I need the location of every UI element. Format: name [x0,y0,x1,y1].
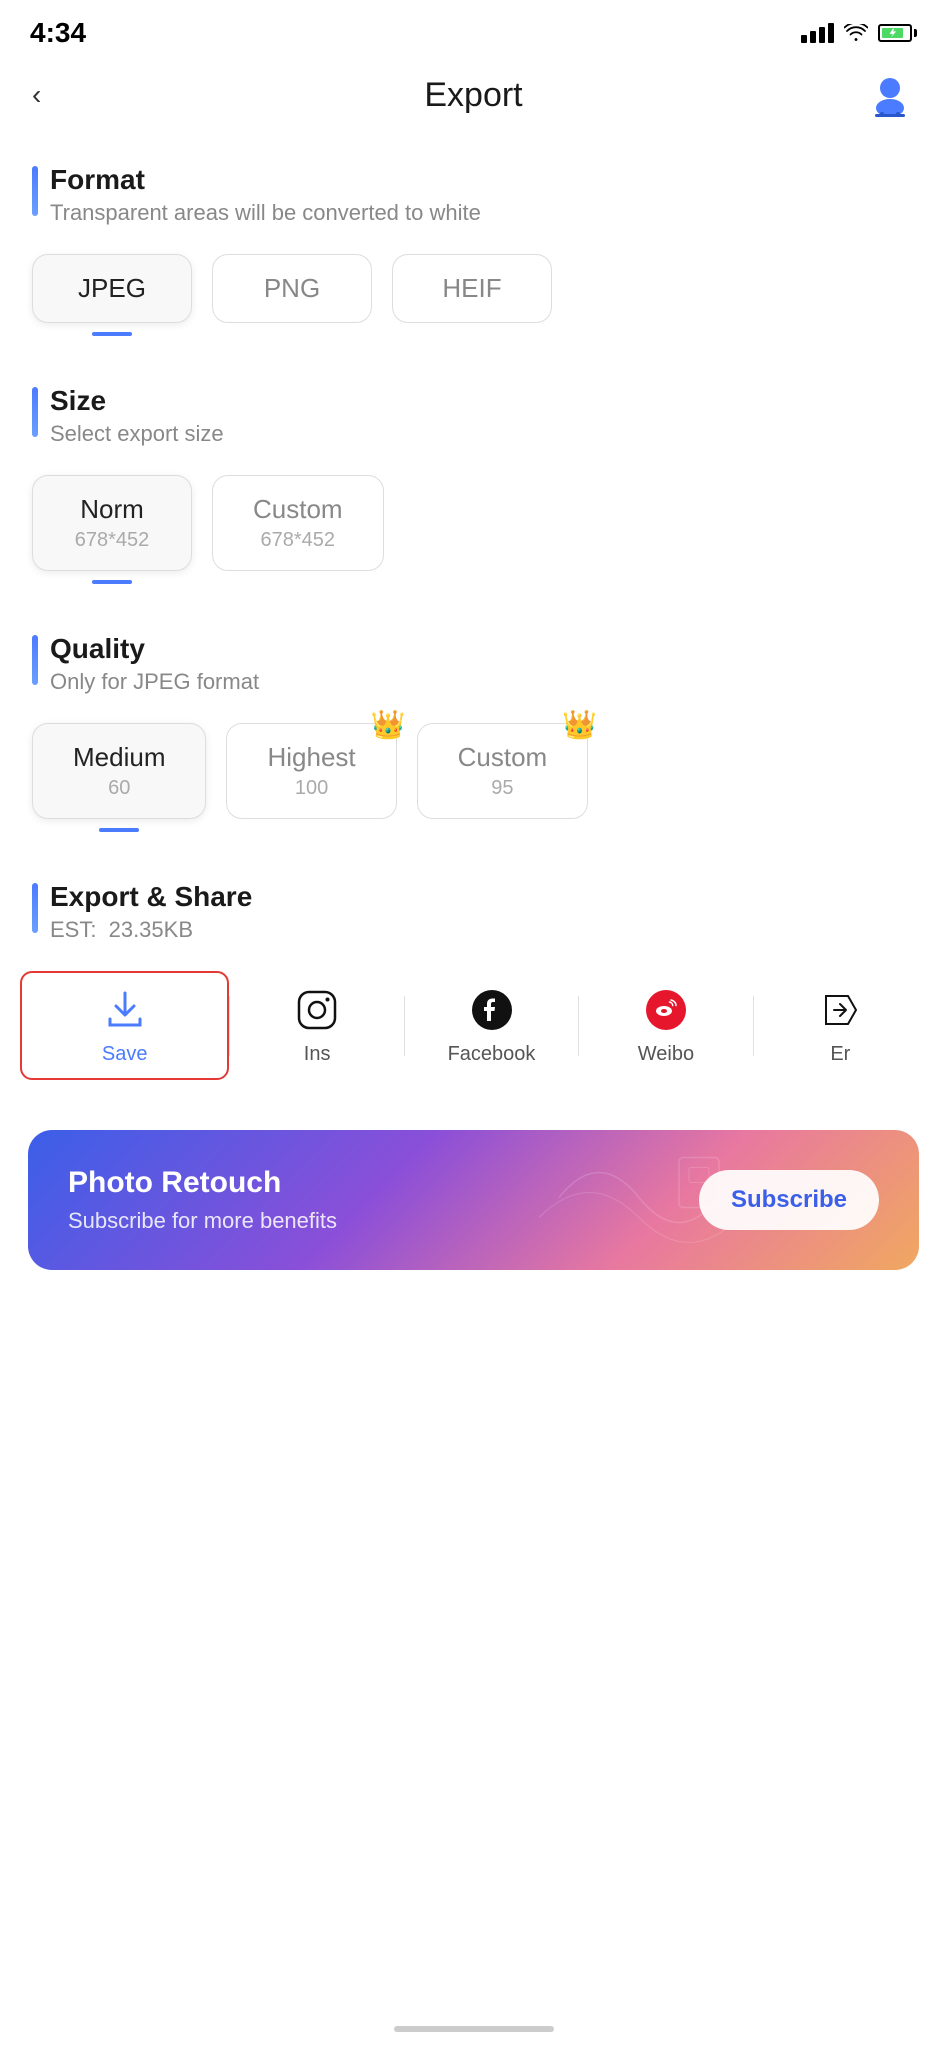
save-button[interactable]: Save [20,971,229,1080]
header: ‹ Export [0,60,947,140]
status-icons [801,23,917,43]
export-share-section: Export & Share EST: 23.35KB [0,857,947,943]
quality-custom-button[interactable]: 👑 Custom 95 [417,723,589,819]
save-label: Save [102,1043,148,1066]
format-options: JPEG PNG HEIF [0,234,947,333]
quality-options: Medium 60 👑 Highest 100 👑 Custom 95 [0,703,947,829]
section-indicator-quality [32,635,38,685]
instagram-button[interactable]: Ins [230,985,403,1066]
weibo-button[interactable]: Weibo [579,985,752,1066]
section-indicator-export [32,883,38,933]
status-bar: 4:34 [0,0,947,60]
share-row: Save Ins Facebook [0,951,947,1100]
facebook-button[interactable]: Facebook [405,985,578,1066]
size-subtitle: Select export size [50,421,224,447]
size-norm-button[interactable]: Norm 678*452 [32,475,192,571]
format-heif-button[interactable]: HEIF [392,254,552,323]
photo-retouch-banner: Photo Retouch Subscribe for more benefit… [28,1130,919,1270]
size-custom-button[interactable]: Custom 678*452 [212,475,384,571]
format-png-button[interactable]: PNG [212,254,372,323]
quality-highest-button[interactable]: 👑 Highest 100 [226,723,396,819]
size-options: Norm 678*452 Custom 678*452 [0,455,947,581]
quality-subtitle: Only for JPEG format [50,669,259,695]
section-indicator [32,166,38,216]
quality-section: Quality Only for JPEG format [0,609,947,695]
page-title: Export [424,76,522,115]
quality-medium-button[interactable]: Medium 60 [32,723,206,819]
facebook-icon [467,985,517,1035]
more-icon [815,985,865,1035]
home-indicator [394,2026,554,2032]
format-jpeg-button[interactable]: JPEG [32,254,192,323]
format-section: Format Transparent areas will be convert… [0,140,947,226]
size-section: Size Select export size [0,361,947,447]
wifi-icon [844,24,868,42]
banner-decoration [539,1138,739,1263]
status-time: 4:34 [30,17,86,49]
format-title: Format [50,164,481,196]
facebook-label: Facebook [448,1043,536,1066]
section-indicator-size [32,387,38,437]
export-share-title: Export & Share [50,881,252,913]
banner-subtitle: Subscribe for more benefits [68,1208,337,1234]
crown-icon-highest: 👑 [371,708,406,741]
crown-icon-custom: 👑 [562,708,597,741]
banner-text: Photo Retouch Subscribe for more benefit… [68,1166,337,1234]
export-share-est: EST: 23.35KB [50,917,252,943]
more-button[interactable]: Er [754,985,927,1066]
size-title: Size [50,385,224,417]
instagram-label: Ins [304,1043,331,1066]
user-avatar-icon[interactable] [865,70,915,120]
more-label: Er [830,1043,850,1066]
back-button[interactable]: ‹ [32,79,82,111]
signal-icon [801,23,834,43]
banner-title: Photo Retouch [68,1166,337,1200]
instagram-icon [292,985,342,1035]
weibo-label: Weibo [638,1043,694,1066]
quality-title: Quality [50,633,259,665]
battery-icon [878,24,917,42]
save-icon [100,985,150,1035]
format-subtitle: Transparent areas will be converted to w… [50,200,481,226]
weibo-icon [641,985,691,1035]
